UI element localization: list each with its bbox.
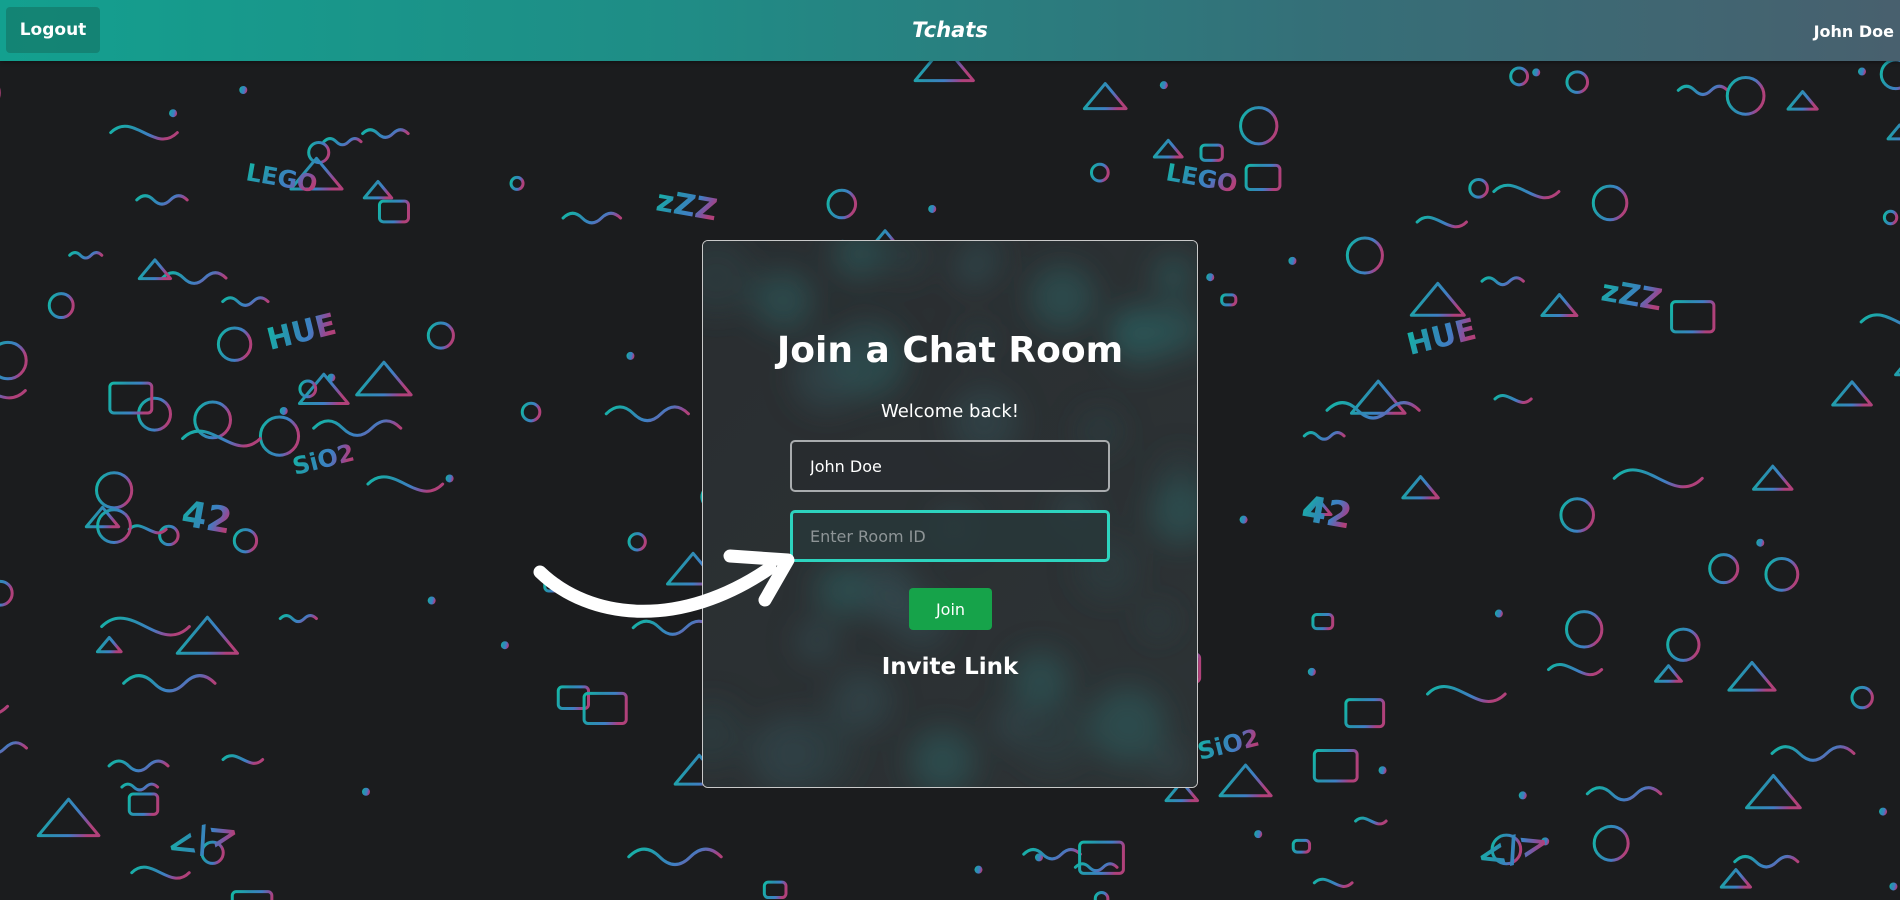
doodle-word: 42 bbox=[1298, 488, 1354, 537]
doodle-shape bbox=[974, 865, 983, 874]
invite-link[interactable]: Invite Link bbox=[882, 654, 1019, 680]
username-input[interactable] bbox=[790, 440, 1110, 492]
doodle-shape bbox=[1889, 882, 1898, 891]
page: LEGO HUE 42 SiO2 zZZ </> LEGO HUE 42 SiO2 zZZ </> L… bbox=[0, 0, 1900, 900]
doodle-shape bbox=[169, 109, 178, 118]
doodle-shape bbox=[1307, 667, 1316, 676]
card-title: Join a Chat Room bbox=[776, 330, 1124, 371]
room-id-input[interactable] bbox=[790, 510, 1110, 562]
doodle-shape bbox=[1756, 538, 1765, 547]
doodle-shape bbox=[1206, 273, 1215, 282]
doodle-shape bbox=[1857, 67, 1866, 76]
doodle-shape bbox=[239, 85, 248, 94]
doodle-shape bbox=[1159, 81, 1168, 90]
doodle-shape bbox=[1254, 830, 1263, 839]
brand-title: Tchats bbox=[912, 18, 988, 42]
doodle-shape bbox=[1239, 515, 1248, 524]
welcome-message: Welcome back! bbox=[880, 401, 1020, 422]
doodle-shape bbox=[1518, 791, 1527, 800]
doodle-shape bbox=[1879, 807, 1888, 816]
doodle-shape bbox=[1494, 609, 1503, 618]
join-button[interactable]: Join bbox=[909, 588, 992, 630]
current-username: John Doe bbox=[1813, 22, 1894, 41]
doodle-shape bbox=[928, 204, 937, 213]
doodle-shape bbox=[445, 474, 454, 483]
doodle-shape bbox=[361, 787, 370, 796]
doodle-word: 42 bbox=[178, 493, 234, 542]
doodle-shape bbox=[1378, 766, 1387, 775]
top-navbar: Logout Tchats John Doe bbox=[0, 0, 1900, 61]
doodle-shape bbox=[1288, 256, 1297, 265]
doodle-shape bbox=[500, 641, 509, 650]
logout-button[interactable]: Logout bbox=[6, 7, 100, 53]
doodle-shape bbox=[427, 596, 436, 605]
doodle-shape bbox=[1532, 68, 1541, 77]
